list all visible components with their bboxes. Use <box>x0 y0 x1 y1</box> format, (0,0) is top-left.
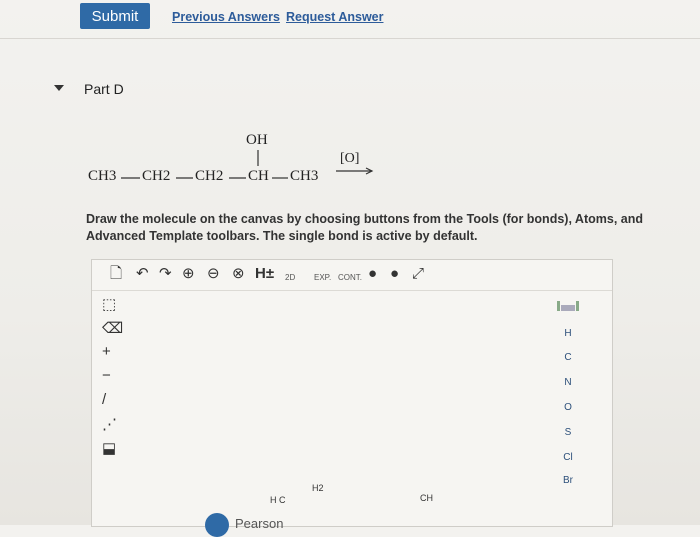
zoom-in-icon[interactable]: ⊕ <box>182 266 195 282</box>
undo-icon[interactable]: ↶ <box>136 266 149 282</box>
charge-minus-icon[interactable]: − <box>102 367 111 384</box>
drawing-canvas[interactable] <box>125 291 565 526</box>
drawing-editor: 🗋 ↶ ↷ ⊕ ⊖ ⊗ H± 2D EXP. CONT. ● ● ⤢ ⬚ ⌫ +… <box>91 259 613 527</box>
atom-br-button[interactable]: Br <box>549 475 587 486</box>
charge-plus-icon[interactable]: + <box>102 343 111 360</box>
bond-lines <box>121 150 374 179</box>
redo-icon[interactable]: ↷ <box>159 266 172 282</box>
new-document-icon[interactable]: 🗋 <box>110 266 122 282</box>
bottom-h2-label: H2 <box>312 483 324 493</box>
atom-s-button[interactable]: S <box>549 427 587 438</box>
bottom-right-label: CH <box>420 493 433 503</box>
editor-toolbar: 🗋 ↶ ↷ ⊕ ⊖ ⊗ H± 2D EXP. CONT. ● ● ⤢ <box>92 260 612 291</box>
atom-h-button[interactable]: H <box>549 328 587 339</box>
clean-2d-button[interactable]: 2D <box>285 270 295 286</box>
template-icon[interactable]: ⬓ <box>102 439 116 457</box>
oxidation-reagent: [O] <box>340 151 360 166</box>
bottom-left-label: H C <box>270 495 286 505</box>
pearson-footer: Pearson <box>205 513 325 537</box>
atom-panel: H C N O S Cl Br <box>549 290 587 525</box>
contract-button[interactable]: CONT. <box>338 270 362 286</box>
pearson-logo <box>205 513 229 537</box>
atom-o-button[interactable]: O <box>549 402 587 413</box>
zoom-out-icon[interactable]: ⊖ <box>207 266 220 282</box>
hydrogen-toggle-button[interactable]: H± <box>255 266 274 282</box>
expand-button[interactable]: EXP. <box>314 270 331 286</box>
clear-icon[interactable]: ⊗ <box>232 266 245 282</box>
left-toolbar: ⬚ ⌫ + − / ⋰ ⬓ <box>92 291 124 526</box>
reaction-equation: OH CH3 CH2 CH2 CH CH3 [O] <box>0 0 700 200</box>
atom-cl-button[interactable]: Cl <box>549 452 587 463</box>
fullscreen-icon[interactable]: ⤢ <box>412 266 424 282</box>
chain-icon[interactable]: ⋰ <box>102 415 117 433</box>
atom-c-button[interactable]: C <box>549 352 587 363</box>
pearson-brand: Pearson <box>235 516 284 531</box>
instructions: Draw the molecule on the canvas by choos… <box>86 212 643 243</box>
eraser-icon[interactable]: ⌫ <box>102 319 123 337</box>
atom-n-button[interactable]: N <box>549 377 587 388</box>
info-icon[interactable]: ● <box>368 266 377 282</box>
single-bond-icon[interactable]: / <box>102 391 106 408</box>
help-icon[interactable]: ● <box>390 266 399 282</box>
periodic-table-icon[interactable] <box>557 298 579 311</box>
select-icon[interactable]: ⬚ <box>102 295 116 313</box>
